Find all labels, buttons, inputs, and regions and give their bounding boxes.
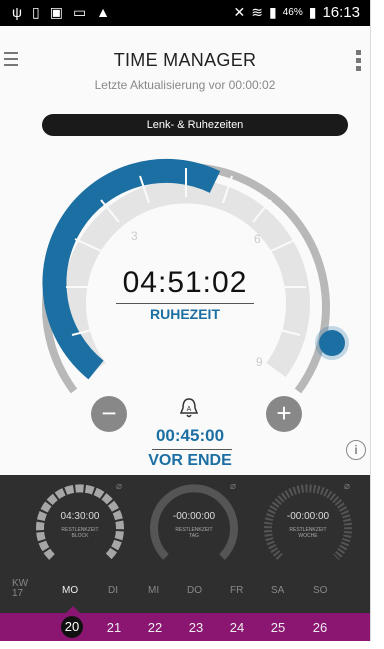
gauge-label: RESTLENKZEIT BLOCK	[61, 527, 99, 539]
day-fr[interactable]: FR	[230, 585, 243, 596]
signal-icon: ▮	[269, 4, 277, 20]
page-title: TIME MANAGER	[113, 50, 257, 70]
increase-button[interactable]: +	[266, 396, 302, 432]
app-icon: ▣	[49, 4, 63, 20]
phone-icon: ▯	[31, 4, 40, 20]
rest-time-label: RUHEZEIT	[150, 306, 220, 322]
gauge-ring	[264, 484, 352, 560]
mute-icon: ✕	[233, 4, 246, 20]
day-do[interactable]: DO	[187, 585, 202, 596]
alarm-bell-icon[interactable]: A	[177, 397, 201, 419]
dial-tick-6: 6	[254, 232, 261, 246]
rest-time-value: 04:51:02	[122, 266, 248, 299]
svg-text:A: A	[187, 406, 192, 413]
image-icon: ▭	[72, 4, 87, 20]
gauge-label: RESTLENKZEIT TAG	[175, 527, 213, 539]
date-20[interactable]: 20	[61, 616, 83, 638]
app-frame: ψ ▯ ▣ ▭ ▲ ✕ ≋ ▮ 46% ▮ 16:13 TIME MANAGER…	[0, 0, 371, 641]
day-mi[interactable]: MI	[148, 585, 159, 596]
battery-icon: ▮	[308, 4, 317, 20]
date-bar: 20 21 22 23 24 25 26	[0, 613, 370, 641]
date-25[interactable]: 25	[266, 620, 290, 635]
last-update-text: Letzte Aktualisierung vor 00:00:02	[94, 78, 276, 92]
countdown-underline	[152, 449, 232, 450]
wifi-icon: ≋	[251, 4, 263, 20]
gauge-ring	[36, 484, 124, 560]
date-24[interactable]: 24	[225, 620, 249, 635]
gauge-value: -00:00:00	[286, 511, 330, 522]
info-icon[interactable]: i	[346, 440, 366, 460]
status-time: 16:13	[322, 4, 360, 21]
time-underline	[116, 303, 254, 304]
calendar-week: KW 17	[12, 578, 29, 599]
day-sa[interactable]: SA	[271, 585, 284, 596]
selected-day-indicator	[66, 606, 80, 613]
weekday-row: KW 17 MO DI MI DO FR SA SO	[0, 578, 370, 603]
date-23[interactable]: 23	[184, 620, 208, 635]
no-drive-icon: ⌀	[229, 481, 236, 492]
status-icons-left: ψ ▯ ▣ ▭ ▲	[12, 4, 110, 20]
mode-selector-pill[interactable]: Lenk- & Ruhezeiten	[42, 114, 348, 136]
dial-tick-9: 9	[256, 355, 263, 369]
day-so[interactable]: SO	[313, 585, 327, 596]
day-di[interactable]: DI	[108, 585, 118, 596]
decrease-button[interactable]: −	[91, 396, 127, 432]
no-drive-icon: ⌀	[343, 481, 350, 492]
no-drive-icon: ⌀	[115, 481, 122, 492]
countdown-value: 00:45:00	[155, 426, 225, 445]
dial-tick-3: 3	[131, 229, 138, 243]
gauge-ring	[150, 484, 238, 560]
date-21[interactable]: 21	[102, 620, 126, 635]
gauge-value: -00:00:00	[172, 511, 216, 522]
countdown-label: VOR ENDE	[148, 452, 232, 469]
status-bar: ψ ▯ ▣ ▭ ▲ ✕ ≋ ▮ 46% ▮ 16:13	[0, 0, 370, 26]
gauge-value: 04:30:00	[60, 511, 100, 522]
gauge-day[interactable]: ⌀ -00:00:00 RESTLENKZEIT TAG	[146, 481, 242, 565]
gauge-block[interactable]: ⌀ 04:30:00 RESTLENKZEIT BLOCK	[32, 481, 128, 565]
date-22[interactable]: 22	[143, 620, 167, 635]
date-26[interactable]: 26	[308, 620, 332, 635]
status-icons-right: ✕ ≋ ▮ 46% ▮ 16:13	[234, 4, 360, 21]
gauge-week[interactable]: ⌀ -00:00:00 RESTLENKZEIT WOCHE	[260, 481, 356, 565]
battery-percent: 46%	[282, 7, 303, 18]
day-mo[interactable]: MO	[62, 585, 78, 596]
gauge-label: RESTLENKZEIT WOCHE	[289, 527, 327, 539]
warning-icon: ▲	[96, 4, 111, 20]
usb-icon: ψ	[12, 4, 22, 20]
